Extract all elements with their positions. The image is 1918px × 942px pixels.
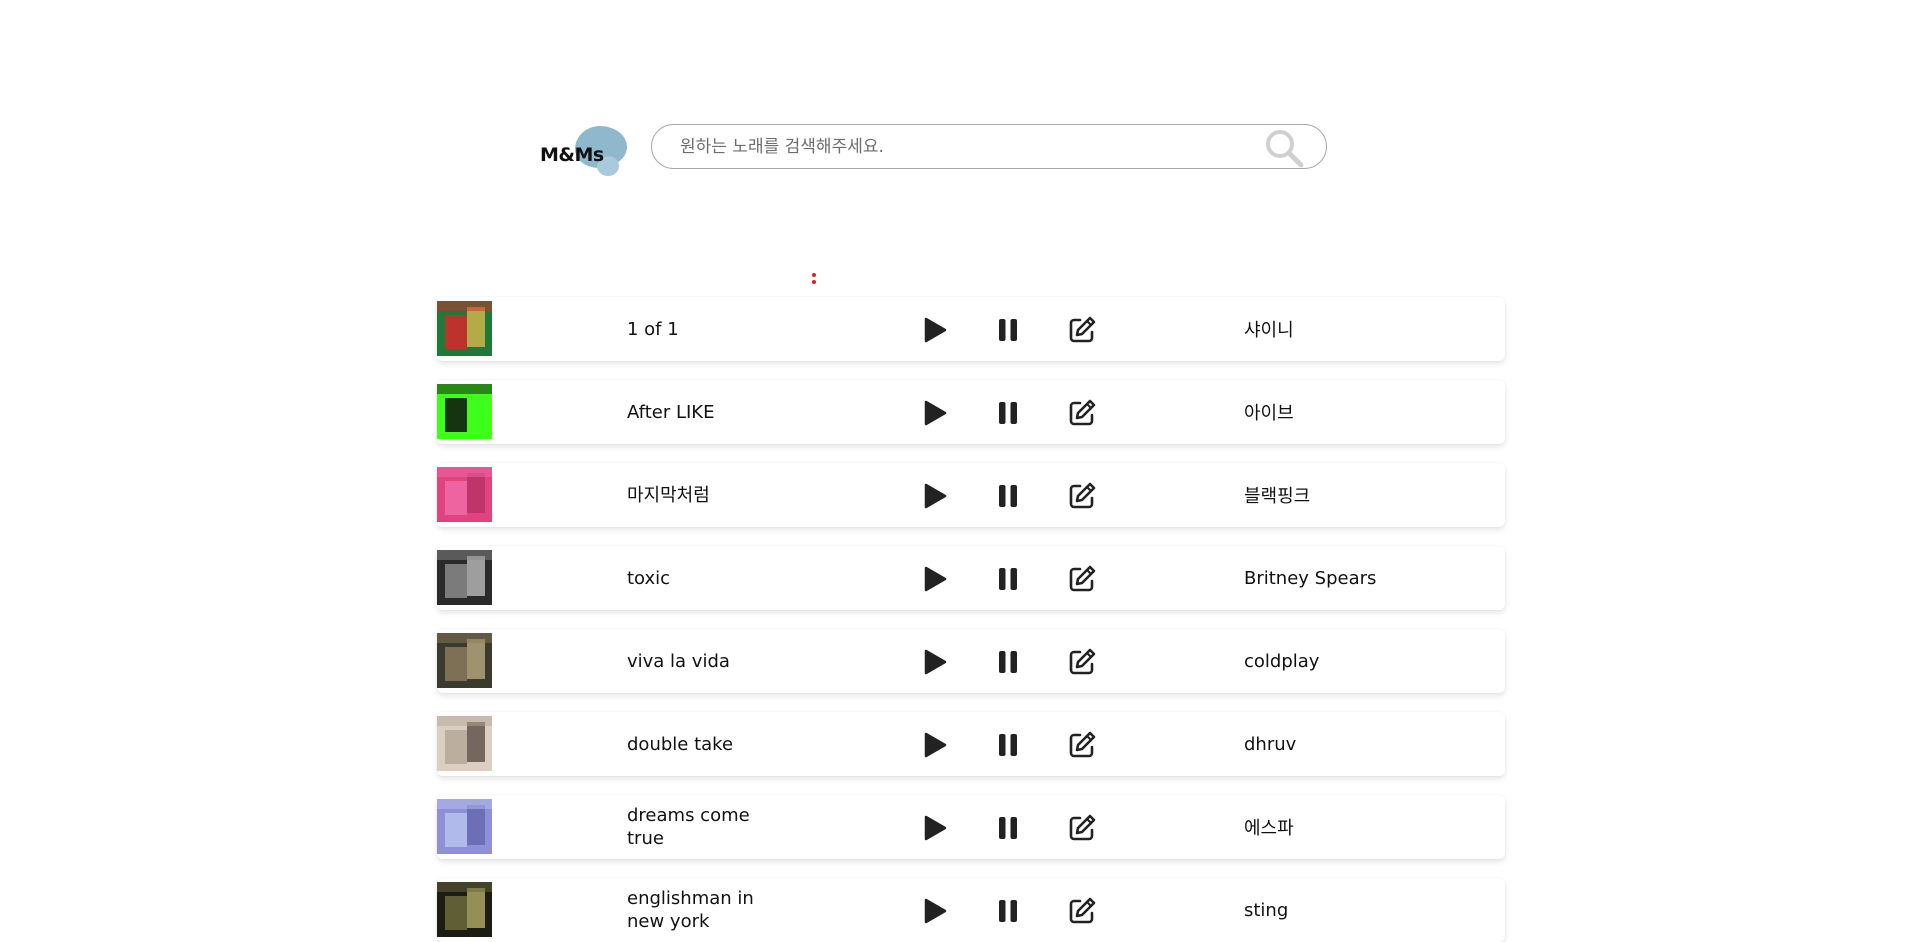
pause-button[interactable] bbox=[993, 315, 1023, 345]
song-row[interactable]: 1 of 1 샤이니 bbox=[437, 297, 1505, 361]
play-button[interactable] bbox=[920, 647, 950, 677]
song-row[interactable]: After LIKE 아이브 bbox=[437, 380, 1505, 444]
song-title: toxic bbox=[627, 567, 671, 589]
play-button[interactable] bbox=[920, 398, 950, 428]
song-title: 마지막처럼 bbox=[627, 484, 710, 506]
play-icon bbox=[924, 898, 947, 924]
album-cover bbox=[437, 882, 492, 937]
album-cover bbox=[437, 716, 492, 771]
play-button[interactable] bbox=[920, 813, 950, 843]
song-artist: 아이브 bbox=[1244, 403, 1294, 424]
more-menu-icon[interactable] bbox=[811, 272, 817, 286]
song-artist: 샤이니 bbox=[1244, 320, 1294, 341]
song-artist: dhruv bbox=[1244, 733, 1297, 755]
pause-button[interactable] bbox=[993, 730, 1023, 760]
search-icon[interactable] bbox=[1264, 128, 1304, 168]
pause-icon bbox=[999, 651, 1017, 673]
song-title: viva la vida bbox=[627, 650, 730, 672]
edit-button[interactable] bbox=[1067, 398, 1097, 428]
edit-icon bbox=[1069, 648, 1096, 675]
song-artist: coldplay bbox=[1244, 650, 1320, 672]
play-button[interactable] bbox=[920, 564, 950, 594]
pause-icon bbox=[999, 485, 1017, 507]
play-button[interactable] bbox=[920, 896, 950, 926]
album-cover bbox=[437, 633, 492, 688]
song-title: 1 of 1 bbox=[627, 318, 679, 340]
pause-button[interactable] bbox=[993, 481, 1023, 511]
edit-icon bbox=[1069, 565, 1096, 592]
pause-icon bbox=[999, 319, 1017, 341]
edit-icon bbox=[1069, 399, 1096, 426]
edit-button[interactable] bbox=[1067, 315, 1097, 345]
song-artist: 에스파 bbox=[1244, 818, 1294, 839]
album-cover bbox=[437, 550, 492, 605]
edit-button[interactable] bbox=[1067, 730, 1097, 760]
edit-button[interactable] bbox=[1067, 481, 1097, 511]
pause-button[interactable] bbox=[993, 813, 1023, 843]
header: M&Ms bbox=[540, 118, 1340, 178]
edit-icon bbox=[1069, 731, 1096, 758]
pause-button[interactable] bbox=[993, 564, 1023, 594]
album-cover bbox=[437, 301, 492, 356]
album-cover bbox=[437, 467, 492, 522]
song-row[interactable]: englishman in new york sting bbox=[437, 878, 1505, 942]
song-row[interactable]: double take dhruv bbox=[437, 712, 1505, 776]
song-row[interactable]: 마지막처럼 블랙핑크 bbox=[437, 463, 1505, 527]
logo-text: M&Ms bbox=[540, 144, 604, 166]
edit-button[interactable] bbox=[1067, 564, 1097, 594]
song-artist: Britney Spears bbox=[1244, 567, 1377, 589]
logo[interactable]: M&Ms bbox=[540, 122, 630, 178]
edit-icon bbox=[1069, 316, 1096, 343]
edit-icon bbox=[1069, 897, 1096, 924]
search-input[interactable] bbox=[678, 125, 1242, 169]
pause-icon bbox=[999, 734, 1017, 756]
song-artist: 블랙핑크 bbox=[1244, 486, 1311, 507]
play-icon bbox=[924, 400, 947, 426]
song-row[interactable]: dreams come true 에스파 bbox=[437, 795, 1505, 859]
song-title: dreams come true bbox=[627, 805, 750, 849]
song-title: englishman in new york bbox=[627, 888, 754, 932]
edit-button[interactable] bbox=[1067, 647, 1097, 677]
play-icon bbox=[924, 815, 947, 841]
song-title: After LIKE bbox=[627, 401, 715, 423]
play-button[interactable] bbox=[920, 315, 950, 345]
play-icon bbox=[924, 317, 947, 343]
edit-icon bbox=[1069, 814, 1096, 841]
song-artist: sting bbox=[1244, 899, 1289, 921]
pause-icon bbox=[999, 402, 1017, 424]
pause-icon bbox=[999, 817, 1017, 839]
play-icon bbox=[924, 483, 947, 509]
play-icon bbox=[924, 732, 947, 758]
song-row[interactable]: toxic Britney Spears bbox=[437, 546, 1505, 610]
play-icon bbox=[924, 566, 947, 592]
album-cover bbox=[437, 384, 492, 439]
song-row[interactable]: viva la vida coldplay bbox=[437, 629, 1505, 693]
pause-icon bbox=[999, 900, 1017, 922]
edit-button[interactable] bbox=[1067, 896, 1097, 926]
pause-button[interactable] bbox=[993, 398, 1023, 428]
play-button[interactable] bbox=[920, 730, 950, 760]
edit-icon bbox=[1069, 482, 1096, 509]
pause-button[interactable] bbox=[993, 647, 1023, 677]
pause-button[interactable] bbox=[993, 896, 1023, 926]
search-bar bbox=[651, 124, 1327, 169]
album-cover bbox=[437, 799, 492, 854]
play-button[interactable] bbox=[920, 481, 950, 511]
pause-icon bbox=[999, 568, 1017, 590]
play-icon bbox=[924, 649, 947, 675]
edit-button[interactable] bbox=[1067, 813, 1097, 843]
song-title: double take bbox=[627, 733, 734, 755]
